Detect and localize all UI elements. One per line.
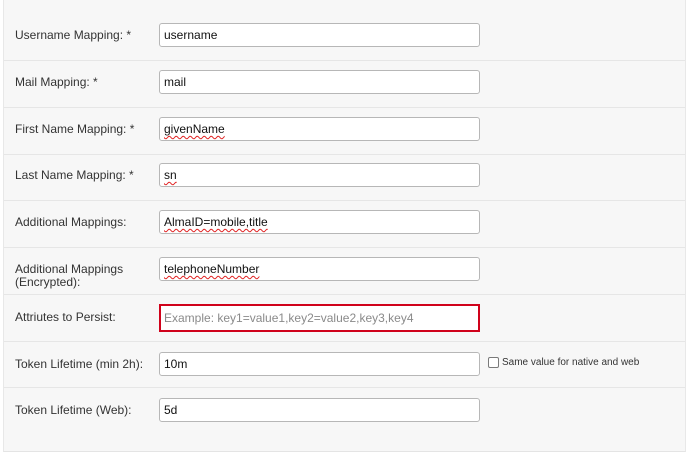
token-lifetime-native-input[interactable]: 10m bbox=[159, 352, 480, 376]
row-additional-mappings: Additional Mappings: AlmaID=mobile,title bbox=[4, 200, 685, 246]
row-attributes-to-persist: Attriutes to Persist: bbox=[4, 294, 685, 340]
username-mapping-label: Username Mapping: * bbox=[15, 28, 132, 42]
additional-mappings-encrypted-label: Additional Mappings (Encrypted): bbox=[15, 262, 124, 289]
token-lifetime-web-label: Token Lifetime (Web): bbox=[15, 403, 132, 417]
mail-mapping-label: Mail Mapping: * bbox=[15, 75, 98, 89]
token-lifetime-native-value: 10m bbox=[164, 357, 188, 371]
last-name-mapping-label: Last Name Mapping: * bbox=[15, 168, 134, 182]
row-mail-mapping: Mail Mapping: * mail bbox=[4, 60, 685, 106]
identity-mapping-form: Username Mapping: * username Mail Mappin… bbox=[3, 0, 686, 452]
same-value-checkbox-label: Same value for native and web bbox=[502, 357, 640, 368]
additional-mappings-value: AlmaID=mobile,title bbox=[164, 215, 268, 229]
username-mapping-input[interactable]: username bbox=[159, 23, 480, 47]
mail-mapping-value: mail bbox=[164, 75, 187, 89]
additional-mappings-label: Additional Mappings: bbox=[15, 215, 127, 229]
first-name-mapping-value: givenName bbox=[164, 122, 225, 136]
token-lifetime-native-label: Token Lifetime (min 2h): bbox=[15, 357, 144, 371]
row-username-mapping: Username Mapping: * username bbox=[4, 0, 685, 47]
attributes-to-persist-input[interactable] bbox=[159, 304, 480, 332]
first-name-mapping-input[interactable]: givenName bbox=[159, 117, 480, 141]
row-token-lifetime-web: Token Lifetime (Web): 5d bbox=[4, 387, 685, 433]
row-additional-mappings-encrypted: Additional Mappings (Encrypted): telepho… bbox=[4, 247, 685, 293]
token-lifetime-web-value: 5d bbox=[164, 403, 178, 417]
last-name-mapping-input[interactable]: sn bbox=[159, 163, 480, 187]
same-value-toggle[interactable]: Same value for native and web bbox=[488, 357, 639, 368]
first-name-mapping-label: First Name Mapping: * bbox=[15, 122, 135, 136]
row-first-name-mapping: First Name Mapping: * givenName bbox=[4, 107, 685, 153]
additional-mappings-input[interactable]: AlmaID=mobile,title bbox=[159, 210, 480, 234]
attributes-to-persist-label: Attriutes to Persist: bbox=[15, 310, 116, 324]
last-name-mapping-value: sn bbox=[164, 168, 177, 182]
row-last-name-mapping: Last Name Mapping: * sn bbox=[4, 154, 685, 200]
same-value-checkbox[interactable] bbox=[488, 357, 499, 368]
additional-mappings-encrypted-value: telephoneNumber bbox=[164, 262, 260, 276]
username-mapping-value: username bbox=[164, 28, 218, 42]
additional-mappings-encrypted-input[interactable]: telephoneNumber bbox=[159, 257, 480, 281]
token-lifetime-web-input[interactable]: 5d bbox=[159, 398, 480, 422]
mail-mapping-input[interactable]: mail bbox=[159, 70, 480, 94]
